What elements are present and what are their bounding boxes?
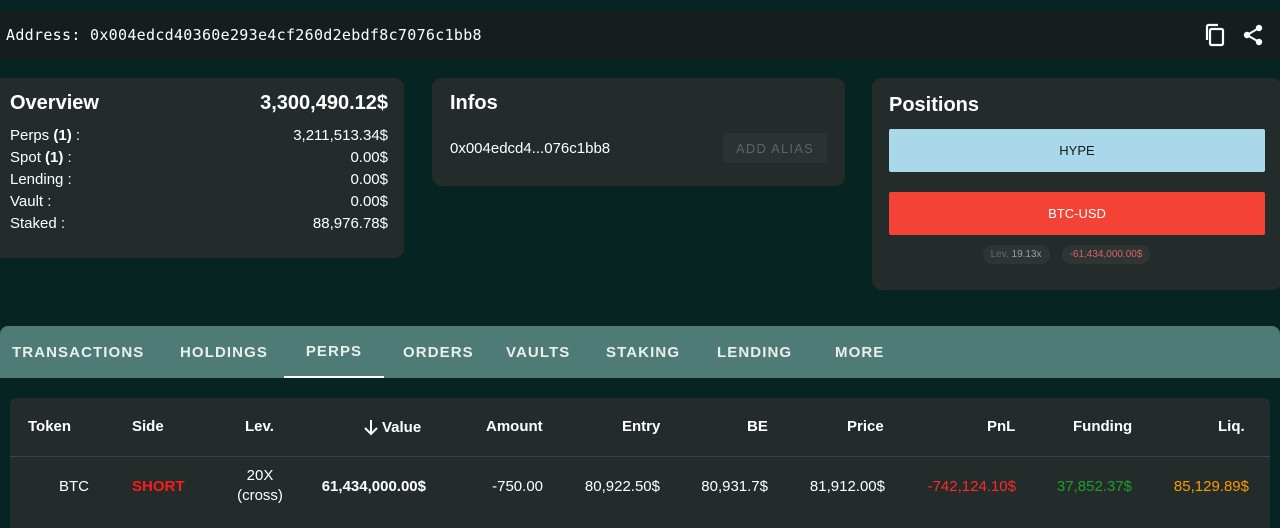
arrow-down-icon — [364, 420, 378, 436]
cell-be: 80,931.7$ — [701, 478, 768, 495]
cell-amount: -750.00 — [492, 478, 543, 495]
overview-title: Overview — [10, 92, 99, 114]
cell-side: SHORT — [132, 478, 185, 495]
overview-total: 3,300,490.12$ — [260, 92, 388, 114]
address-label: Address: — [6, 26, 81, 44]
address-bar: Address: 0x004edcd40360e293e4cf260d2ebdf… — [0, 10, 1280, 60]
add-alias-button[interactable]: ADD ALIAS — [723, 133, 827, 163]
tab-vaults[interactable]: VAULTS — [506, 326, 570, 378]
cell-funding: 37,852.37$ — [1056, 478, 1132, 495]
overview-row-vault: Vault : 0.00$ — [10, 193, 388, 210]
col-pnl[interactable]: PnL — [987, 418, 1015, 435]
position-value-chip: -61,434,000.00$ — [1061, 245, 1151, 264]
col-lev[interactable]: Lev. — [245, 418, 274, 435]
col-funding[interactable]: Funding — [1073, 418, 1132, 435]
cell-value: 61,434,000.00$ — [321, 478, 426, 495]
overview-card: Overview 3,300,490.12$ Perps (1) : 3,211… — [0, 78, 404, 258]
copy-icon[interactable] — [1202, 22, 1228, 48]
address-value: 0x004edcd40360e293e4cf260d2ebdf8c7076c1b… — [90, 26, 482, 44]
overview-row-staked: Staked : 88,976.78$ — [10, 215, 388, 232]
col-entry[interactable]: Entry — [622, 418, 660, 435]
cell-pnl: -742,124.10$ — [927, 478, 1016, 495]
tab-more[interactable]: MORE — [835, 326, 884, 378]
col-liq[interactable]: Liq. — [1218, 418, 1245, 435]
overview-row-spot: Spot (1) : 0.00$ — [10, 149, 388, 166]
cell-liq: 85,129.89$ — [1173, 478, 1249, 495]
perps-table: Token Side Lev. Value Amount Entry BE Pr… — [10, 398, 1270, 528]
overview-row-lending: Lending : 0.00$ — [10, 171, 388, 188]
cell-price: 81,912.00$ — [809, 478, 885, 495]
col-be[interactable]: BE — [747, 418, 768, 435]
short-address: 0x004edcd4...076c1bb8 — [450, 139, 611, 157]
overview-row-perps: Perps (1) : 3,211,513.34$ — [10, 127, 388, 144]
wallet-address: Address: 0x004edcd40360e293e4cf260d2ebdf… — [0, 26, 482, 44]
tab-lending[interactable]: LENDING — [717, 326, 792, 378]
header-divider — [10, 456, 1270, 457]
tab-holdings[interactable]: HOLDINGS — [180, 326, 268, 378]
position-btc-usd[interactable]: BTC-USD — [889, 192, 1265, 235]
tab-perps[interactable]: PERPS — [284, 326, 384, 378]
col-token[interactable]: Token — [28, 418, 71, 435]
infos-title: Infos — [450, 92, 498, 114]
tab-staking[interactable]: STAKING — [606, 326, 680, 378]
positions-card: Positions HYPE BTC-USD Lev. 19.13x -61,4… — [872, 78, 1280, 290]
positions-title: Positions — [889, 94, 980, 116]
tab-transactions[interactable]: TRANSACTIONS — [12, 326, 144, 378]
col-amount[interactable]: Amount — [486, 418, 543, 435]
share-icon[interactable] — [1240, 22, 1266, 48]
cell-token: BTC — [59, 478, 89, 495]
tabs-bar: TRANSACTIONS HOLDINGS PERPS ORDERS VAULT… — [0, 326, 1280, 378]
infos-card: Infos 0x004edcd4...076c1bb8 ADD ALIAS — [432, 78, 845, 186]
cell-entry: 80,922.50$ — [584, 478, 660, 495]
leverage-chip: Lev. 19.13x — [982, 245, 1050, 264]
tab-orders[interactable]: ORDERS — [403, 326, 474, 378]
col-value[interactable]: Value — [362, 418, 421, 436]
col-side[interactable]: Side — [132, 418, 164, 435]
position-hype[interactable]: HYPE — [889, 129, 1265, 172]
col-price[interactable]: Price — [847, 418, 884, 435]
